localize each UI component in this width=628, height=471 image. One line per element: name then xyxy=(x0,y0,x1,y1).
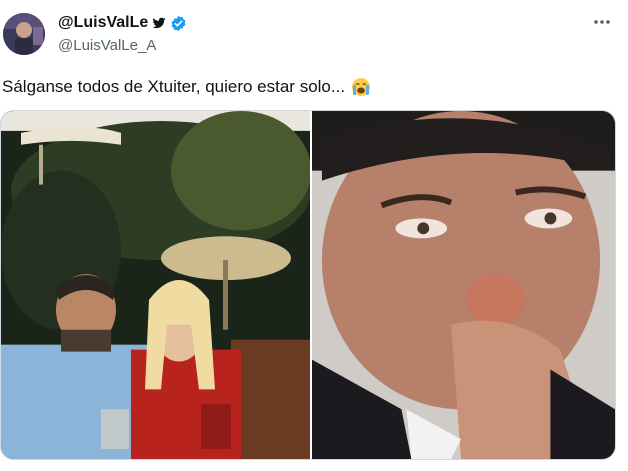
tweet-text-row: Sálganse todos de Xtuiter, quiero estar … xyxy=(2,77,371,97)
avatar[interactable] xyxy=(3,13,45,55)
handle[interactable]: @LuisValLe_A xyxy=(58,37,156,54)
bird-icon xyxy=(152,16,166,30)
photo-couple-dinner[interactable] xyxy=(1,111,310,459)
more-options-icon xyxy=(594,20,610,24)
tweet-text: Sálganse todos de Xtuiter, quiero estar … xyxy=(2,77,346,96)
photo-crying-man[interactable] xyxy=(312,111,615,459)
verified-badge-icon xyxy=(170,15,187,32)
loudly-crying-face-icon xyxy=(351,77,371,97)
media-grid xyxy=(0,110,616,460)
more-options-button[interactable] xyxy=(590,12,614,32)
display-name[interactable]: @LuisValLe xyxy=(58,14,148,32)
